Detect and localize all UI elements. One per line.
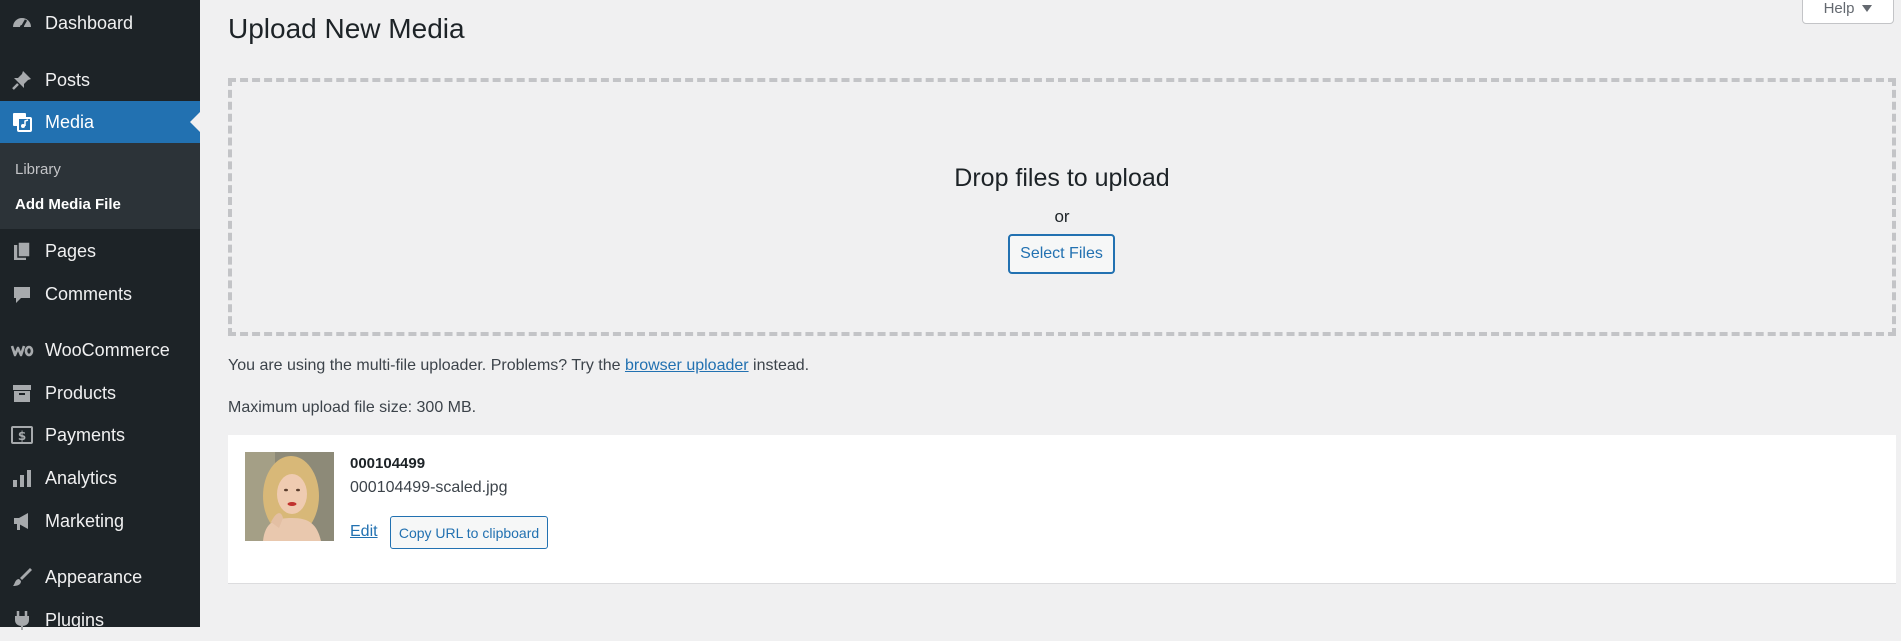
sidebar-item-dashboard[interactable]: Dashboard <box>0 2 200 44</box>
uploader-info-suffix: instead. <box>753 357 810 374</box>
paintbrush-icon <box>10 565 34 589</box>
uploaded-media-item: 000104499 000104499-scaled.jpg Edit Copy… <box>228 435 1896 584</box>
help-label: Help <box>1823 0 1855 17</box>
select-files-button[interactable]: Select Files <box>1008 234 1115 274</box>
sidebar-item-label: Appearance <box>45 566 143 587</box>
sidebar-item-label: Posts <box>45 69 91 90</box>
sidebar-item-posts[interactable]: Posts <box>0 59 200 101</box>
edit-media-link[interactable]: Edit <box>350 523 378 541</box>
sidebar-item-label: Dashboard <box>45 12 134 33</box>
sidebar-item-label: WooCommerce <box>45 339 170 360</box>
pushpin-icon <box>10 68 34 92</box>
sidebar-item-plugins[interactable]: Plugins <box>0 599 200 641</box>
submenu-item-library[interactable]: Library <box>15 161 61 178</box>
main-content: Upload New Media Help Drop files to uplo… <box>200 0 1901 627</box>
admin-sidebar: Dashboard Posts Media Library Add Media … <box>0 0 200 630</box>
megaphone-icon <box>10 509 34 533</box>
bar-chart-icon <box>10 466 34 490</box>
drop-zone-or: or <box>1054 207 1070 226</box>
drop-zone[interactable]: Drop files to upload or Select Files <box>228 78 1896 336</box>
woocommerce-icon <box>10 338 34 362</box>
sidebar-item-woocommerce[interactable]: WooCommerce <box>0 329 200 371</box>
money-icon: $ <box>10 423 34 447</box>
max-upload-size: Maximum upload file size: 300 MB. <box>228 399 477 416</box>
sidebar-item-label: Comments <box>45 283 133 304</box>
caret-down-icon <box>1862 0 1873 17</box>
sidebar-item-payments[interactable]: $ Payments <box>0 414 200 456</box>
plug-icon <box>10 608 34 632</box>
sidebar-item-label: Pages <box>45 240 97 261</box>
media-filename: 000104499-scaled.jpg <box>350 479 508 496</box>
pages-icon <box>10 239 34 263</box>
copy-url-button[interactable]: Copy URL to clipboard <box>390 516 548 549</box>
sidebar-item-label: Marketing <box>45 510 125 531</box>
page-title: Upload New Media <box>228 13 465 44</box>
browser-uploader-link[interactable]: browser uploader <box>625 357 749 374</box>
comment-icon <box>10 282 34 306</box>
sidebar-item-label: Payments <box>45 424 126 445</box>
sidebar-item-analytics[interactable]: Analytics <box>0 457 200 499</box>
submenu-item-add-media-file[interactable]: Add Media File <box>15 196 121 213</box>
help-tab-button[interactable]: Help <box>1802 0 1894 24</box>
sidebar-item-label: Plugins <box>45 609 105 630</box>
media-submenu: Library Add Media File <box>0 143 200 229</box>
media-thumbnail <box>245 452 334 541</box>
sidebar-item-marketing[interactable]: Marketing <box>0 500 200 542</box>
media-icon <box>10 110 34 134</box>
uploader-info: You are using the multi-file uploader. P… <box>228 357 809 375</box>
sidebar-item-pages[interactable]: Pages <box>0 230 200 272</box>
sidebar-item-label: Products <box>45 382 117 403</box>
archive-icon <box>10 381 34 405</box>
sidebar-item-products[interactable]: Products <box>0 372 200 414</box>
dashboard-icon <box>10 11 34 35</box>
sidebar-item-label: Media <box>45 111 95 132</box>
uploader-info-prefix: You are using the multi-file uploader. P… <box>228 357 621 374</box>
media-title: 000104499 <box>350 455 426 472</box>
drop-zone-title: Drop files to upload <box>954 164 1170 192</box>
sidebar-item-label: Analytics <box>45 467 118 488</box>
sidebar-item-comments[interactable]: Comments <box>0 273 200 315</box>
sidebar-item-appearance[interactable]: Appearance <box>0 556 200 598</box>
sidebar-item-media[interactable]: Media <box>0 101 200 143</box>
svg-text:$: $ <box>18 429 26 443</box>
